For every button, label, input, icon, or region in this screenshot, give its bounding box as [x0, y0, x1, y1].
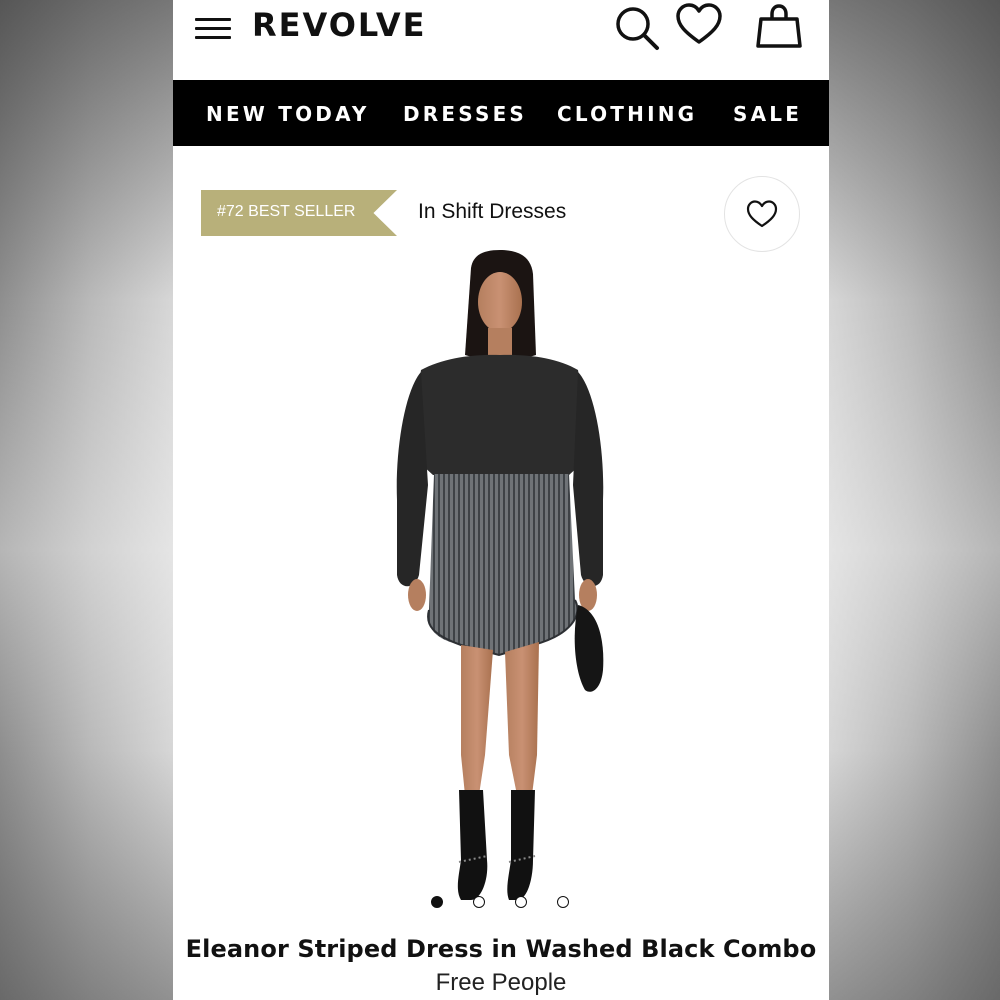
add-to-wishlist-button[interactable]	[724, 176, 800, 252]
search-icon[interactable]	[613, 4, 661, 52]
nav-item-sale[interactable]: SALE	[733, 102, 802, 126]
heart-icon	[746, 200, 778, 228]
header: REVOLVE	[173, 0, 829, 80]
carousel-dot[interactable]	[515, 896, 527, 908]
category-link[interactable]: In Shift Dresses	[418, 200, 566, 224]
carousel-dot[interactable]	[473, 896, 485, 908]
product-brand[interactable]: Free People	[173, 969, 829, 997]
product-title: Eleanor Striped Dress in Washed Black Co…	[185, 935, 817, 963]
shopping-bag-icon[interactable]	[755, 2, 803, 50]
carousel-dot[interactable]	[557, 896, 569, 908]
best-seller-text: #72 BEST SELLER	[217, 203, 356, 220]
heart-icon[interactable]	[675, 2, 723, 50]
nav-item-new-today[interactable]: NEW TODAY	[206, 102, 370, 126]
mobile-page: REVOLVE NEW TODAY DRESSES CLOTHING SALE …	[173, 0, 829, 1000]
carousel-dots	[431, 896, 571, 910]
logo[interactable]: REVOLVE	[252, 6, 427, 44]
product-image[interactable]	[333, 250, 673, 920]
best-seller-badge: #72 BEST SELLER	[201, 190, 397, 236]
carousel-dot[interactable]	[431, 896, 443, 908]
category-nav: NEW TODAY DRESSES CLOTHING SALE	[173, 80, 829, 146]
nav-item-clothing[interactable]: CLOTHING	[557, 102, 697, 126]
menu-icon[interactable]	[195, 16, 231, 40]
nav-item-dresses[interactable]: DRESSES	[403, 102, 527, 126]
